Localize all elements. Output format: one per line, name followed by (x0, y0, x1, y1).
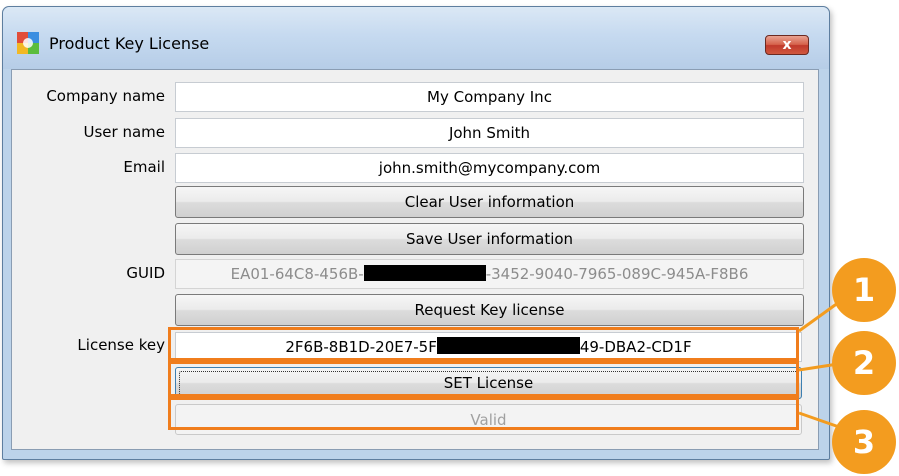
callout-2: 2 (832, 331, 896, 395)
callout-1: 1 (832, 258, 896, 322)
callout-3: 3 (832, 410, 896, 474)
callout-leader-lines (798, 298, 843, 430)
